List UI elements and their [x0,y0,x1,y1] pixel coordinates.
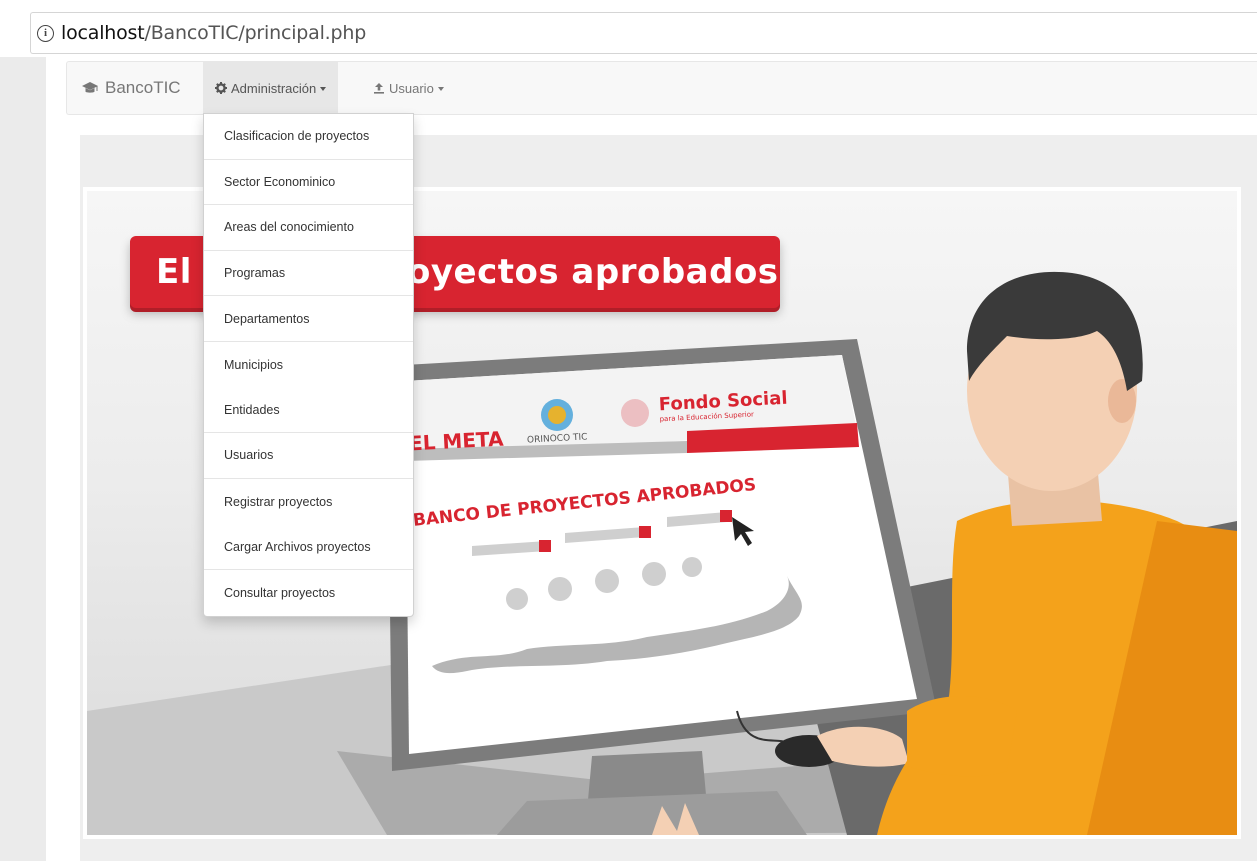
menu-item-programas[interactable]: Programas [204,251,413,297]
menu-item-areas-conocimiento[interactable]: Areas del conocimiento [204,205,413,251]
info-icon[interactable]: i [37,24,54,42]
navbar-brand[interactable]: BancoTIC [81,62,181,114]
nav-usuario-label: Usuario [389,80,434,96]
address-bar[interactable]: i localhost/BancoTIC/principal.php [30,12,1257,54]
navbar: BancoTIC Administración Usuario [66,61,1257,115]
menu-item-sector-economico[interactable]: Sector Econominico [204,160,413,206]
graduation-cap-icon [81,81,99,95]
administracion-dropdown: Clasificacion de proyectos Sector Econom… [203,113,414,617]
caret-down-icon [320,87,327,91]
menu-item-departamentos[interactable]: Departamentos [204,296,413,342]
gear-icon [215,82,227,94]
banner-title-end: oyectos aprobados [407,252,779,292]
page-background: BancoTIC Administración Usuario El oyect… [0,57,1257,861]
screen-logo-meta: EL META [408,426,505,456]
upload-icon [373,82,385,94]
url-host: localhost [61,22,145,44]
menu-item-entidades[interactable]: Entidades [204,388,413,434]
nav-usuario[interactable]: Usuario [361,62,456,114]
menu-item-usuarios[interactable]: Usuarios [204,433,413,479]
browser-toolbar: i localhost/BancoTIC/principal.php [0,0,1257,57]
menu-item-consultar-proyectos[interactable]: Consultar proyectos [204,570,413,616]
brand-label: BancoTIC [105,78,181,97]
banner-title-start: El [156,252,192,292]
menu-item-clasificacion-proyectos[interactable]: Clasificacion de proyectos [204,114,413,160]
url-path: /BancoTIC/principal.php [144,22,367,44]
nav-administracion[interactable]: Administración [203,62,339,114]
menu-item-registrar-proyectos[interactable]: Registrar proyectos [204,479,413,525]
nav-administracion-label: Administración [231,80,317,96]
url-text[interactable]: localhost/BancoTIC/principal.php [61,22,366,44]
menu-item-cargar-archivos[interactable]: Cargar Archivos proyectos [204,524,413,570]
caret-down-icon [437,87,444,91]
menu-item-municipios[interactable]: Municipios [204,342,413,388]
